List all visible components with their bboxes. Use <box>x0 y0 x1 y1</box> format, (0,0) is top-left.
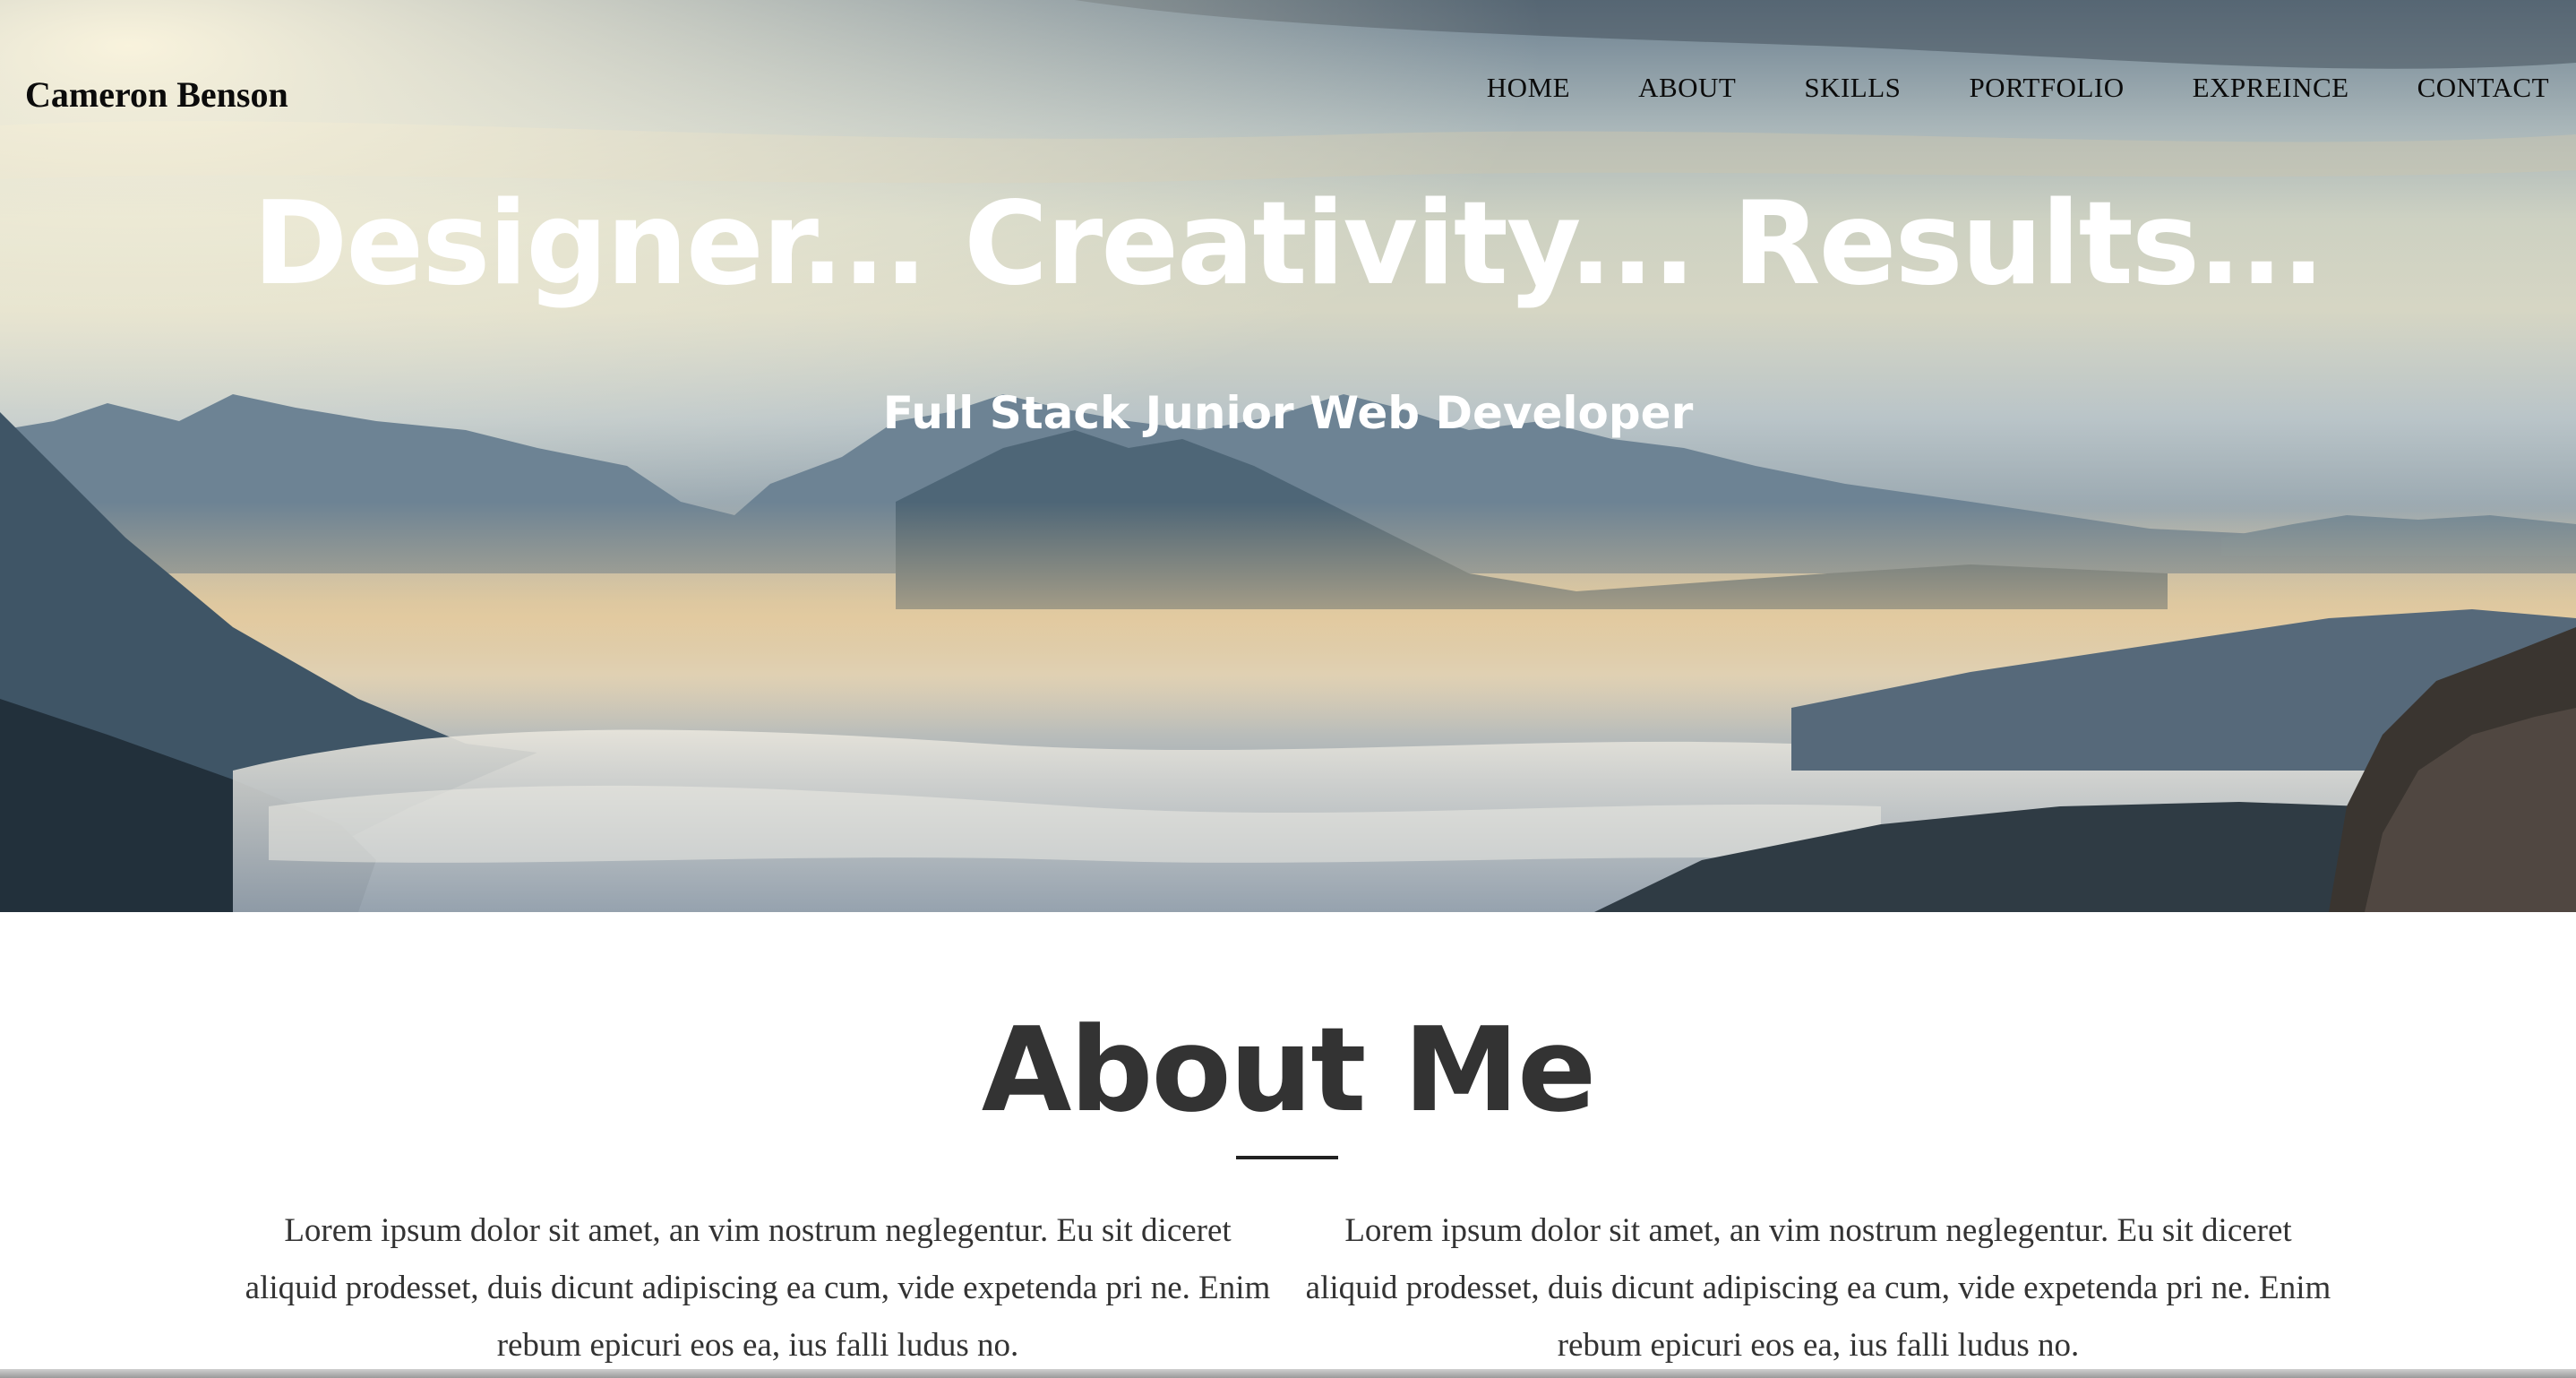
nav-portfolio-link[interactable]: PORTFOLIO <box>1969 72 2124 104</box>
about-columns: Lorem ipsum dolor sit amet, an vim nostr… <box>242 1202 2334 1374</box>
about-title: About Me <box>981 1002 1596 1138</box>
about-paragraph-left: Lorem ipsum dolor sit amet, an vim nostr… <box>245 1212 1271 1364</box>
nav-contact-link[interactable]: CONTACT <box>2417 72 2549 104</box>
hero-subtitle: Full Stack Junior Web Developer <box>882 387 1694 439</box>
hero-section: Cameron Benson HOME ABOUT SKILLS PORTFOL… <box>0 0 2576 912</box>
hero-title: Designer... Creativity... Results... <box>253 177 2325 311</box>
about-divider <box>1236 1156 1338 1159</box>
main-nav: HOME ABOUT SKILLS PORTFOLIO EXPREINCE CO… <box>1487 72 2549 104</box>
nav-experience-link[interactable]: EXPREINCE <box>2193 72 2349 104</box>
nav-home-link[interactable]: HOME <box>1487 72 1570 104</box>
brand-name[interactable]: Cameron Benson <box>25 73 288 116</box>
nav-skills-link[interactable]: SKILLS <box>1804 72 1901 104</box>
hero-background-image <box>0 0 2576 912</box>
nav-about-link[interactable]: ABOUT <box>1638 72 1736 104</box>
about-paragraph-right: Lorem ipsum dolor sit amet, an vim nostr… <box>1305 1212 2331 1364</box>
window-bottom-edge <box>0 1369 2576 1378</box>
